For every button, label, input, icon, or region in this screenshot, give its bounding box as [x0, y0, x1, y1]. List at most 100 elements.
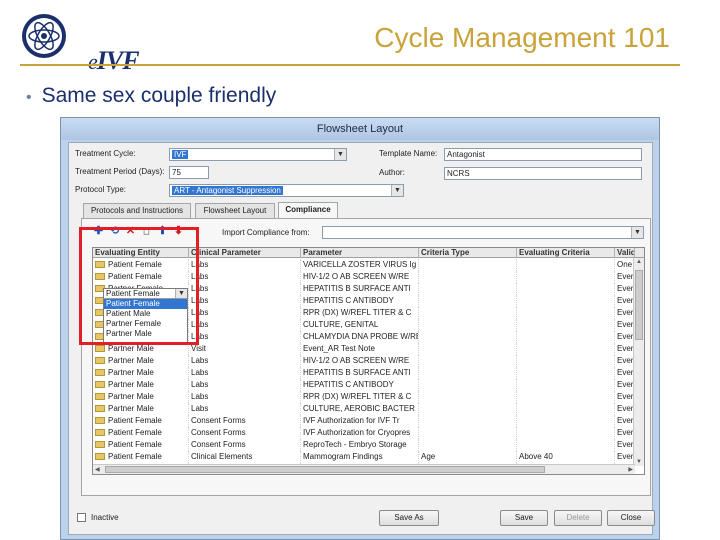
- table-cell[interactable]: [419, 271, 517, 283]
- table-cell[interactable]: Every: [615, 355, 635, 367]
- table-cell[interactable]: Every: [615, 367, 635, 379]
- table-cell[interactable]: RPR (DX) W/REFL TITER & C: [301, 391, 419, 403]
- table-row[interactable]: Partner Male Labs HEPATITIS C ANTIBODY Ever…: [93, 379, 635, 391]
- table-cell[interactable]: Every: [615, 451, 635, 463]
- table-cell[interactable]: Every: [615, 403, 635, 415]
- table-cell[interactable]: HEPATITIS B SURFACE ANTI: [301, 367, 419, 379]
- table-cell[interactable]: [517, 379, 615, 391]
- protocol-type-select[interactable]: ART - Antagonist Suppression ▼: [169, 184, 404, 197]
- table-cell[interactable]: [419, 439, 517, 451]
- template-name-input[interactable]: Antagonist: [444, 148, 642, 161]
- table-cell[interactable]: [419, 415, 517, 427]
- author-input[interactable]: NCRS: [444, 167, 642, 180]
- table-cell[interactable]: [419, 379, 517, 391]
- table-cell[interactable]: Visit: [189, 343, 301, 355]
- treatment-period-input[interactable]: 75: [169, 166, 209, 179]
- table-cell[interactable]: Age: [419, 451, 517, 463]
- scroll-thumb[interactable]: [635, 270, 643, 340]
- table-cell[interactable]: [517, 439, 615, 451]
- table-cell[interactable]: Partner Male: [93, 403, 189, 415]
- table-cell[interactable]: [517, 319, 615, 331]
- table-cell[interactable]: [517, 427, 615, 439]
- table-cell[interactable]: Labs: [189, 283, 301, 295]
- table-cell[interactable]: Every: [615, 379, 635, 391]
- column-header[interactable]: Parameter: [301, 248, 419, 258]
- table-cell[interactable]: [419, 259, 517, 271]
- table-cell[interactable]: Partner Male: [93, 367, 189, 379]
- table-cell[interactable]: Labs: [189, 403, 301, 415]
- table-cell[interactable]: RPR (DX) W/REFL TITER & C: [301, 307, 419, 319]
- table-cell[interactable]: Partner Male: [93, 355, 189, 367]
- treatment-cycle-select[interactable]: IVF ▼: [169, 148, 347, 161]
- chevron-down-icon[interactable]: ▼: [391, 185, 403, 196]
- tab-flowsheet-layout[interactable]: Flowsheet Layout: [195, 203, 275, 218]
- table-cell[interactable]: [517, 271, 615, 283]
- import-compliance-select[interactable]: ▼: [322, 226, 644, 239]
- table-cell[interactable]: Clinical Elements: [189, 451, 301, 463]
- table-cell[interactable]: HEPATITIS B SURFACE ANTI: [301, 283, 419, 295]
- table-row[interactable]: Patient Female Consent Forms IVF Authoriza…: [93, 415, 635, 427]
- close-button[interactable]: Close: [607, 510, 655, 526]
- table-cell[interactable]: Labs: [189, 271, 301, 283]
- table-cell[interactable]: [419, 343, 517, 355]
- table-cell[interactable]: Labs: [189, 295, 301, 307]
- table-cell[interactable]: Every: [615, 271, 635, 283]
- table-cell[interactable]: HEPATITIS C ANTIBODY: [301, 379, 419, 391]
- table-cell[interactable]: Consent Forms: [189, 427, 301, 439]
- table-cell[interactable]: Every: [615, 391, 635, 403]
- vertical-scrollbar[interactable]: ▲ ▼: [633, 258, 644, 466]
- table-cell[interactable]: [517, 295, 615, 307]
- table-cell[interactable]: CULTURE, AEROBIC BACTER: [301, 403, 419, 415]
- table-cell[interactable]: Labs: [189, 367, 301, 379]
- scroll-down-icon[interactable]: ▼: [636, 459, 642, 465]
- table-cell[interactable]: Patient Female: [93, 439, 189, 451]
- table-row[interactable]: Partner Male Labs CULTURE, AEROBIC BACTER E…: [93, 403, 635, 415]
- inactive-checkbox[interactable]: [77, 513, 86, 522]
- scroll-right-icon[interactable]: ▶: [628, 466, 633, 473]
- table-row[interactable]: Patient Female Consent Forms IVF Authoriza…: [93, 427, 635, 439]
- table-cell[interactable]: [517, 283, 615, 295]
- table-cell[interactable]: [419, 427, 517, 439]
- table-cell[interactable]: [517, 403, 615, 415]
- table-cell[interactable]: One Ti: [615, 259, 635, 271]
- table-cell[interactable]: [419, 319, 517, 331]
- chevron-down-icon[interactable]: ▼: [631, 227, 643, 238]
- table-row[interactable]: Patient Female Clinical Elements Mammogram…: [93, 451, 635, 463]
- table-cell[interactable]: Patient Female: [93, 415, 189, 427]
- table-cell[interactable]: [419, 283, 517, 295]
- table-cell[interactable]: Every: [615, 343, 635, 355]
- table-cell[interactable]: [517, 367, 615, 379]
- table-cell[interactable]: Labs: [189, 379, 301, 391]
- table-cell[interactable]: HIV-1/2 O AB SCREEN W/RE: [301, 355, 419, 367]
- table-cell[interactable]: IVF Authorization for Cryopres: [301, 427, 419, 439]
- chevron-down-icon[interactable]: ▼: [334, 149, 346, 160]
- table-cell[interactable]: [517, 331, 615, 343]
- table-cell[interactable]: [419, 391, 517, 403]
- table-cell[interactable]: [517, 415, 615, 427]
- table-cell[interactable]: ReproTech - Embryo Storage: [301, 439, 419, 451]
- table-cell[interactable]: Partner Male: [93, 391, 189, 403]
- table-cell[interactable]: Patient Female: [93, 427, 189, 439]
- table-cell[interactable]: VARICELLA ZOSTER VIRUS Ig: [301, 259, 419, 271]
- table-cell[interactable]: Above 40: [517, 451, 615, 463]
- scroll-up-icon[interactable]: ▲: [636, 259, 642, 265]
- table-cell[interactable]: [419, 307, 517, 319]
- table-cell[interactable]: Labs: [189, 391, 301, 403]
- table-cell[interactable]: Every: [615, 427, 635, 439]
- table-cell[interactable]: Patient Female: [93, 451, 189, 463]
- horizontal-scrollbar[interactable]: ◀ ▶: [93, 464, 635, 474]
- table-cell[interactable]: [517, 391, 615, 403]
- table-cell[interactable]: Mammogram Findings: [301, 451, 419, 463]
- table-cell[interactable]: Event_AR Test Note: [301, 343, 419, 355]
- table-cell[interactable]: HEPATITIS C ANTIBODY: [301, 295, 419, 307]
- table-cell[interactable]: IVF Authorization for IVF Tr: [301, 415, 419, 427]
- scroll-thumb[interactable]: [105, 466, 545, 473]
- save-as-button[interactable]: Save As: [379, 510, 439, 526]
- table-cell[interactable]: Labs: [189, 319, 301, 331]
- table-cell[interactable]: CHLAMYDIA DNA PROBE W/RE: [301, 331, 419, 343]
- table-cell[interactable]: [419, 331, 517, 343]
- table-cell[interactable]: [419, 355, 517, 367]
- scroll-left-icon[interactable]: ◀: [95, 466, 100, 473]
- table-cell[interactable]: Every: [615, 283, 635, 295]
- tab-protocols-and-instructions[interactable]: Protocols and Instructions: [83, 203, 191, 218]
